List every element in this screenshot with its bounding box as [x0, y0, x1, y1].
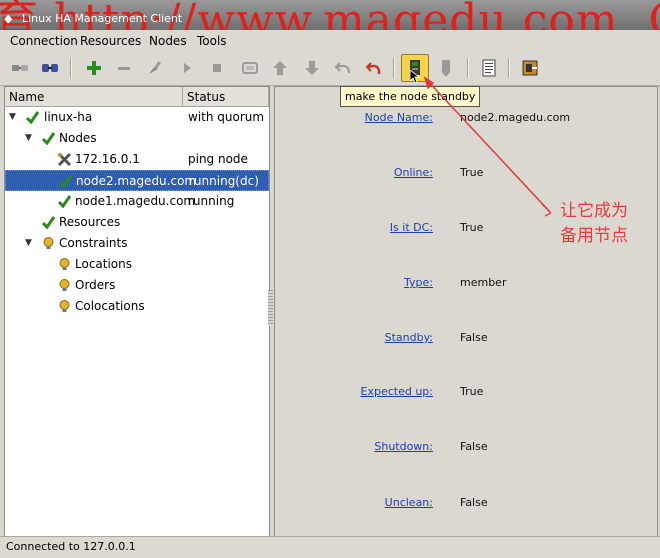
toolbar-separator — [508, 58, 510, 78]
bulb-icon — [59, 258, 70, 270]
tree-row-resources[interactable]: Resources — [5, 212, 269, 233]
log-icon[interactable] — [477, 56, 501, 80]
tree-row-orders[interactable]: Orders — [5, 275, 269, 296]
detail-label-is-dc: Is it DC: — [389, 221, 433, 234]
tree-row-colocations[interactable]: Colocations — [5, 296, 269, 317]
default-icon[interactable] — [238, 56, 262, 80]
disconnect-icon[interactable] — [38, 56, 62, 80]
tree-status: with quorum — [188, 110, 265, 124]
tree-label: Constraints — [59, 236, 128, 250]
stop-icon[interactable] — [205, 56, 229, 80]
expand-arrow-icon[interactable]: ▼ — [9, 107, 16, 128]
tree-status: ping node — [188, 152, 248, 166]
menu-tools[interactable]: Tools — [197, 34, 227, 48]
toolbar-tooltip: make the node standby — [340, 86, 481, 107]
expand-arrow-icon[interactable]: ▼ — [25, 128, 32, 149]
tree-row-nodes[interactable]: ▼ Nodes — [5, 128, 269, 149]
tree-status: running — [188, 194, 235, 208]
tree-status: running(dc) — [189, 174, 259, 188]
toolbar-separator — [393, 58, 395, 78]
resource-tree: Name Status ▼ linux-ha with quorum ▼ Nod… — [4, 86, 270, 537]
connect-icon[interactable] — [8, 56, 32, 80]
move-up-icon[interactable] — [268, 56, 292, 80]
status-text: Connected to 127.0.0.1 — [6, 540, 136, 553]
menu-bar: Connection Resources Nodes Tools — [0, 30, 660, 53]
detail-label-node-name: Node Name: — [364, 111, 433, 124]
detail-value-shutdown: False — [460, 440, 488, 453]
tree-row-constraints[interactable]: ▼ Constraints — [5, 233, 269, 254]
check-icon — [41, 132, 56, 146]
tree-row-ping-node[interactable]: 172.16.0.1 ping node — [5, 149, 269, 170]
active-icon[interactable] — [434, 56, 458, 80]
check-icon — [58, 175, 73, 189]
node-details-panel: Node Name: node2.magedu.com Online: True… — [274, 86, 658, 537]
detail-value-online: True — [460, 166, 484, 179]
add-icon[interactable] — [82, 56, 106, 80]
tree-label: Orders — [75, 278, 116, 292]
title-bar: 育 http://www.magedu.com, QQ:16 ◆ Linux H… — [0, 0, 660, 30]
detail-label-expected-up: Expected up: — [360, 385, 433, 398]
toolbar — [0, 52, 660, 86]
exit-icon[interactable] — [518, 56, 542, 80]
annotation-line-1: 让它成为 — [560, 201, 628, 221]
check-icon — [57, 195, 72, 209]
menu-connection[interactable]: Connection — [10, 34, 78, 48]
check-icon — [41, 216, 56, 230]
bulb-icon — [59, 279, 70, 291]
tree-label: Nodes — [59, 131, 97, 145]
tree-label: 172.16.0.1 — [75, 152, 140, 166]
toolbar-separator — [70, 58, 72, 78]
pane-splitter[interactable] — [268, 290, 273, 326]
status-bar: Connected to 127.0.0.1 — [0, 536, 660, 558]
bulb-icon — [43, 237, 54, 249]
detail-label-standby: Standby: — [384, 331, 433, 344]
detail-label-unclean: Unclean: — [384, 496, 433, 509]
tools-icon — [57, 152, 72, 167]
tree-label: Locations — [75, 257, 133, 271]
tree-label: Resources — [59, 215, 121, 229]
app-icon: ◆ — [4, 12, 13, 25]
cleanup-icon[interactable] — [143, 56, 167, 80]
check-icon — [25, 111, 40, 125]
tree-row-locations[interactable]: Locations — [5, 254, 269, 275]
tree-row-node1[interactable]: node1.magedu.com running — [5, 191, 269, 212]
start-icon[interactable] — [175, 56, 199, 80]
tree-row-node2[interactable]: node2.magedu.com running(dc) — [5, 170, 269, 191]
bulb-icon — [59, 300, 70, 312]
column-header-name[interactable]: Name — [5, 87, 183, 107]
tree-label: node2.magedu.com — [76, 174, 197, 188]
detail-value-node-name: node2.magedu.com — [460, 111, 571, 124]
refresh-icon[interactable] — [363, 56, 387, 80]
toolbar-separator — [467, 58, 469, 78]
detail-value-expected-up: True — [460, 385, 484, 398]
column-header-status[interactable]: Status — [183, 87, 269, 107]
detail-value-type: member — [460, 276, 507, 289]
move-down-icon[interactable] — [300, 56, 324, 80]
detail-label-type: Type: — [404, 276, 433, 289]
tree-label: Colocations — [75, 299, 145, 313]
detail-value-unclean: False — [460, 496, 488, 509]
detail-value-standby: False — [460, 331, 488, 344]
tree-row-linux-ha[interactable]: ▼ linux-ha with quorum — [5, 107, 269, 128]
annotation-text: 让它成为 备用节点 — [560, 199, 640, 249]
expand-arrow-icon[interactable]: ▼ — [25, 233, 32, 254]
remove-icon[interactable] — [112, 56, 136, 80]
window-title: Linux HA Management Client — [22, 12, 183, 25]
menu-resources[interactable]: Resources — [80, 34, 141, 48]
annotation-line-2: 备用节点 — [560, 226, 628, 246]
tree-label: linux-ha — [44, 110, 93, 124]
tree-label: node1.magedu.com — [75, 194, 196, 208]
undo-icon[interactable] — [332, 56, 356, 80]
detail-label-shutdown: Shutdown: — [374, 440, 433, 453]
mouse-cursor-icon — [410, 70, 420, 84]
detail-label-online: Online: — [393, 166, 433, 179]
menu-nodes[interactable]: Nodes — [149, 34, 187, 48]
detail-value-is-dc: True — [460, 221, 484, 234]
